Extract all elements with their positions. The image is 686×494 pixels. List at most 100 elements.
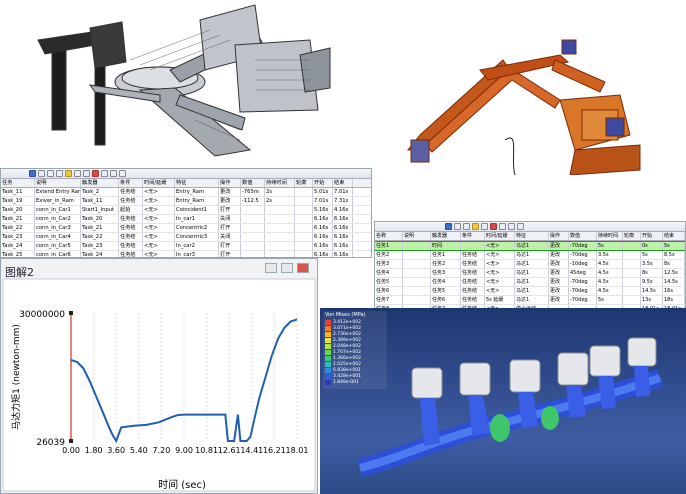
table-cell: 45deg xyxy=(569,269,597,277)
grid-icon[interactable] xyxy=(110,170,117,177)
maximize-button[interactable] xyxy=(281,263,293,273)
motor-task-table: 名称 说明 触发器 条件 时间/延缓 特征 操作 数值 持续时间 轮廓 开始 结… xyxy=(374,221,686,311)
legend-value: 3.412e+002 xyxy=(333,319,362,325)
table-row[interactable]: Task_24 conn_in_Car5 Task_23 任务结 <无> In_car2 打… xyxy=(1,242,371,251)
table-cell: Exiver_in_Ram xyxy=(35,197,81,205)
table-row[interactable]: Task_23 conn_in_Car4 Task_22 任务结 <无> Concentr… xyxy=(1,233,371,242)
table-cell: 6.16s xyxy=(333,233,353,241)
col-header[interactable]: 操作 xyxy=(219,179,241,187)
table-cell: <无> xyxy=(485,287,515,295)
col-header[interactable]: 轮廓 xyxy=(295,179,313,187)
delete-task-icon[interactable] xyxy=(47,170,54,177)
table-cell: 4.5s xyxy=(597,260,623,268)
table-row[interactable]: 任务7 任务6 任务结 5s 延缓 马达1 更改 -70deg 5s 13s 18s xyxy=(375,296,685,305)
col-header[interactable]: 持续时间 xyxy=(597,232,623,240)
table-cell: Task_11 xyxy=(81,197,119,205)
table-row[interactable]: Task_21 conn_in_Car2 Task_20 任务结 <无> In_car1 关… xyxy=(1,215,371,224)
table-cell: Coincident1 xyxy=(175,206,219,214)
view-icon[interactable] xyxy=(83,170,90,177)
table-row[interactable]: 任务1 时间 <无> 马达1 更改 -70deg 5s 0s 5s xyxy=(375,241,685,251)
table-row[interactable]: Task_11 Extend Entry Ram Task_2 任务结 <无> Entry… xyxy=(1,188,371,197)
table-cell: 马达1 xyxy=(515,251,549,259)
help-icon[interactable] xyxy=(119,170,126,177)
table-icon[interactable] xyxy=(29,170,36,177)
col-header[interactable]: 轮廓 xyxy=(623,232,641,240)
table-row[interactable]: Task_19 Exiver_in_Ram Task_11 任务结 <无> Entry_R… xyxy=(1,197,371,206)
col-header[interactable]: 结束 xyxy=(663,232,685,240)
col-header[interactable]: 数值 xyxy=(241,179,265,187)
settings-icon[interactable] xyxy=(101,170,108,177)
table-cell: Task_20 xyxy=(81,215,119,223)
x-tick-label: 14.41 xyxy=(240,446,263,455)
col-header[interactable]: 说明 xyxy=(403,232,431,240)
col-header[interactable]: 持续时间 xyxy=(265,179,295,187)
table-row[interactable]: 任务4 任务3 任务结 <无> 马达1 更改 45deg 4.5s 8s 12.5s xyxy=(375,269,685,278)
add-task-icon[interactable] xyxy=(454,223,461,230)
table-cell: 关闭 xyxy=(219,233,241,241)
table-cell: 7.31s xyxy=(333,197,353,205)
x-tick-label: 18.01 xyxy=(286,446,309,455)
table-cell xyxy=(241,224,265,232)
table-body: Task_11 Extend Entry Ram Task_2 任务结 <无> Entry… xyxy=(1,188,371,257)
col-header[interactable]: 特征 xyxy=(175,179,219,187)
table-cell: 5s xyxy=(641,251,663,259)
grid-icon[interactable] xyxy=(508,223,515,230)
table-row[interactable]: Task_20 conn_in_Car1 Start1_Input 起始 <无> Coin… xyxy=(1,206,371,215)
table-row[interactable]: 任务3 任务2 任务结 <无> 马达1 更改 -10deg 4.5s 3.5s 8s xyxy=(375,260,685,269)
col-header[interactable]: 操作 xyxy=(549,232,569,240)
table-cell: 任务2 xyxy=(375,251,403,259)
table-row[interactable]: Task_25 conn_in_Car6 Task_24 任务结 <无> In_car3 打… xyxy=(1,251,371,257)
col-header[interactable]: 开始 xyxy=(641,232,663,240)
table-row[interactable]: 任务2 任务1 任务结 <无> 马达1 更改 -70deg 3.5s 5s 8.5s xyxy=(375,251,685,260)
table-row[interactable]: 任务6 任务5 任务结 <无> 马达1 更改 -70deg 4.5s 14.5s 16s xyxy=(375,287,685,296)
torque-plot: 30000000 26039 马达力矩1 (newton-mm) 0.00 1.8… xyxy=(2,278,316,492)
col-header[interactable]: 说明 xyxy=(35,179,81,187)
col-header[interactable]: 结束 xyxy=(333,179,353,187)
table-cell xyxy=(265,224,295,232)
x-tick-labels: 0.00 1.80 3.60 5.40 7.20 9.00 10.81 12.61 14.41 1… xyxy=(62,446,308,455)
col-header[interactable]: 条件 xyxy=(119,179,143,187)
col-header[interactable]: 触发器 xyxy=(431,232,461,240)
table-cell xyxy=(461,242,485,250)
table-cell: conn_in_Car3 xyxy=(35,224,81,232)
col-header[interactable]: 名称 xyxy=(375,232,403,240)
table-cell: Task_21 xyxy=(1,215,35,223)
error-icon[interactable] xyxy=(92,170,99,177)
table-cell xyxy=(295,188,313,196)
table-cell: 5s xyxy=(597,242,623,250)
col-header[interactable]: 触发器 xyxy=(81,179,119,187)
stop-icon[interactable] xyxy=(74,170,81,177)
table-cell: 马达1 xyxy=(515,269,549,277)
col-header[interactable]: 时间/延缓 xyxy=(143,179,175,187)
col-header[interactable]: 时间/延缓 xyxy=(485,232,515,240)
delete-task-icon[interactable] xyxy=(463,223,470,230)
col-header[interactable]: 任务 xyxy=(1,179,35,187)
filter-icon[interactable] xyxy=(56,170,63,177)
play-icon[interactable] xyxy=(65,170,72,177)
table-row[interactable]: Task_22 conn_in_Car3 Task_21 任务结 <无> Concentr… xyxy=(1,224,371,233)
add-task-icon[interactable] xyxy=(38,170,45,177)
table-cell xyxy=(295,233,313,241)
stop-icon[interactable] xyxy=(481,223,488,230)
col-header[interactable]: 条件 xyxy=(461,232,485,240)
settings-icon[interactable] xyxy=(499,223,506,230)
plot-window[interactable]: 图解2 30000000 26039 马达力矩1 (newton-mm) 0.0… xyxy=(0,258,318,494)
col-header[interactable]: 数值 xyxy=(569,232,597,240)
help-icon[interactable] xyxy=(517,223,524,230)
table-icon[interactable] xyxy=(445,223,452,230)
table-cell: 2s xyxy=(265,188,295,196)
col-header[interactable]: 特征 xyxy=(515,232,549,240)
minimize-button[interactable] xyxy=(265,263,277,273)
close-button[interactable] xyxy=(297,263,309,273)
legend-swatch xyxy=(325,349,331,355)
table-cell xyxy=(295,251,313,257)
error-icon[interactable] xyxy=(490,223,497,230)
play-icon[interactable] xyxy=(472,223,479,230)
table-cell: In_car1 xyxy=(175,215,219,223)
col-header[interactable]: 开始 xyxy=(313,179,333,187)
table-row[interactable]: 任务5 任务4 任务结 <无> 马达1 更改 -70deg 4.5s 9.5s 14.5s xyxy=(375,278,685,287)
table-cell xyxy=(241,242,265,250)
x-axis-label: 时间 (sec) xyxy=(158,478,206,491)
table-cell: 8s xyxy=(641,269,663,277)
y-axis-label: 马达力矩1 (newton-mm) xyxy=(10,324,22,430)
